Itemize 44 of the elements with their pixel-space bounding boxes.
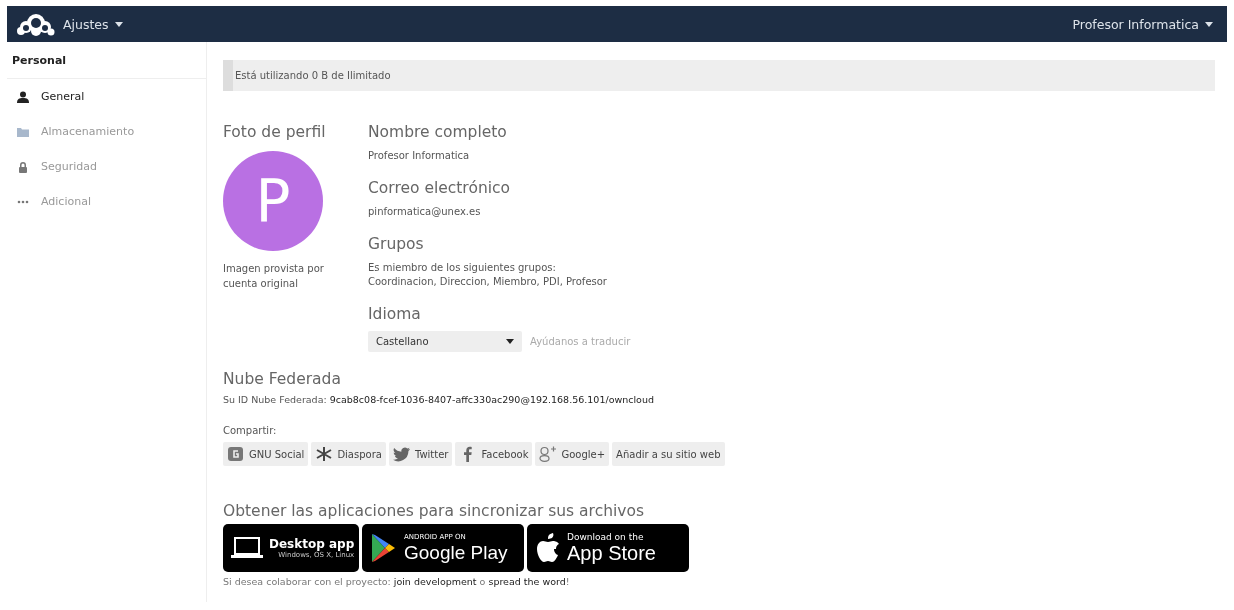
share-button[interactable]: Añadir a su sitio web <box>612 442 725 466</box>
share-button[interactable]: Diaspora <box>311 442 386 466</box>
field-text: Es miembro de los siguientes grupos: <box>368 261 557 275</box>
field-text: Coordinacion, Direccion, Miembro, PDI, Profesor <box>368 275 608 289</box>
caret-icon <box>114 21 123 27</box>
folder-icon <box>17 125 29 138</box>
app-store-badge[interactable]: Download on the App Store <box>527 524 689 572</box>
apple-icon <box>535 533 561 563</box>
laptop-icon <box>231 537 263 559</box>
lock-icon <box>17 160 29 173</box>
federated-id-text: Su ID Nube Federada: 9cab8c08-fcef-1036-8407-affc330ac290@192.168.56.101/owncloud <box>223 394 655 405</box>
share-label: Compartir: <box>223 425 278 436</box>
section-title: Nube Federada <box>223 370 342 388</box>
section-title: Correo electrónico <box>368 179 511 197</box>
field-text: pinformatica@unex.es <box>368 205 482 219</box>
photo-note: Imagen provista por cuenta original <box>223 262 325 291</box>
section-title: Nombre completo <box>368 123 508 141</box>
bird-icon <box>392 446 411 462</box>
language-select[interactable]: Castellano <box>368 331 522 352</box>
sidebar-item[interactable]: General <box>7 79 206 114</box>
footer-text: Si desea colaborar con el proyecto: join development o spread the word! <box>223 576 571 587</box>
section-title: Foto de perfil <box>223 123 327 141</box>
avatar: P <box>223 151 323 251</box>
section-title: Obtener las aplicaciones para sincronizar sus archivos <box>223 502 646 520</box>
footer-link[interactable]: spread the word <box>488 576 566 587</box>
cloud-logo-icon <box>17 12 55 36</box>
section-title: Idioma <box>368 305 422 323</box>
app-menu[interactable]: Ajustes <box>63 16 123 32</box>
footer-link[interactable]: join development <box>393 576 477 587</box>
caret-icon <box>1205 21 1213 27</box>
share-button[interactable]: GNU Social <box>223 442 309 466</box>
google-plus-icon <box>539 446 558 462</box>
field-text: Profesor Informatica <box>368 149 471 163</box>
user-icon <box>17 90 29 103</box>
share-button[interactable]: Twitter <box>388 442 453 466</box>
usage-text: Está utilizando 0 B de Ilimitado <box>234 70 391 81</box>
share-button[interactable]: Google+ <box>535 442 610 466</box>
user-menu[interactable]: Profesor Informatica <box>1072 16 1213 32</box>
sidebar-heading: Personal <box>7 42 206 79</box>
section-title: Grupos <box>368 235 425 253</box>
gnu-social-icon <box>227 446 245 462</box>
share-button[interactable]: Facebook <box>455 442 533 466</box>
caret-icon <box>506 339 514 344</box>
asterisk-icon <box>315 446 334 462</box>
